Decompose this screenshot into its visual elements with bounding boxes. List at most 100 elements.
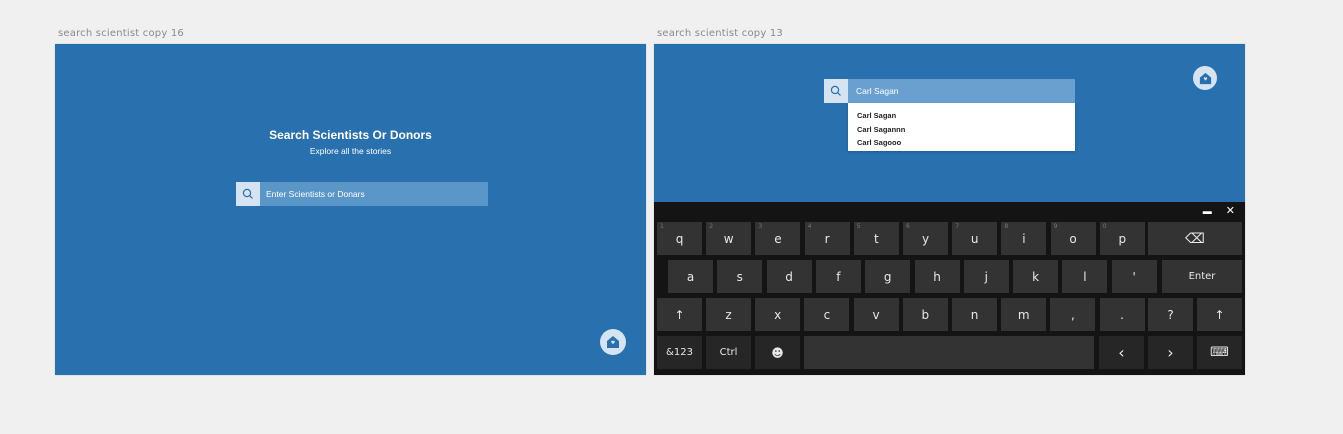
key-k[interactable]: k — [1013, 260, 1059, 293]
left-arrow-key[interactable]: ‹ — [1099, 336, 1144, 369]
search-input[interactable]: Carl Sagan — [848, 79, 1075, 103]
key-e-label: e — [774, 231, 782, 246]
key-n[interactable]: n — [952, 298, 997, 331]
key-g-label: g — [883, 269, 892, 284]
page-subtitle: Explore all the stories — [309, 146, 392, 156]
key-p-number-hint: 0 — [1102, 223, 1107, 230]
key-period[interactable]: . — [1099, 298, 1145, 331]
symbols-key[interactable]: &123 — [657, 336, 702, 369]
key-apostrophe-label: ' — [1132, 269, 1136, 284]
key-o-label: o — [1069, 231, 1077, 246]
search-icon — [830, 85, 841, 96]
on-screen-keyboard: ▬ ✕ q1w2e3r4t5y6u7i8o9p0 ⌫ a s d f g h j k l ' En… — [654, 202, 1245, 375]
key-j[interactable]: j — [963, 260, 1009, 293]
key-r[interactable]: r4 — [804, 222, 850, 255]
keyboard-top-controls: ▬ ✕ — [1203, 204, 1235, 217]
shift-key-left[interactable]: ↑ — [657, 298, 702, 331]
home-icon — [607, 336, 619, 348]
key-l-label: l — [1083, 269, 1087, 284]
key-y-number-hint: 6 — [906, 223, 910, 230]
key-period-label: . — [1120, 307, 1124, 322]
key-p[interactable]: p0 — [1099, 222, 1145, 255]
key-o-number-hint: 9 — [1053, 223, 1058, 230]
key-u-number-hint: 7 — [955, 223, 960, 230]
key-s[interactable]: s — [717, 260, 763, 293]
key-h-label: h — [933, 269, 941, 284]
emoji-key[interactable]: ☻ — [755, 336, 800, 369]
keyboard-layout-key[interactable]: ⌨ — [1197, 336, 1242, 369]
suggestion-item[interactable]: Carl Sagannn — [848, 123, 1075, 137]
key-h[interactable]: h — [914, 260, 960, 293]
search-button[interactable] — [824, 79, 848, 103]
key-d[interactable]: d — [766, 260, 812, 293]
close-keyboard-icon[interactable]: ✕ — [1226, 204, 1235, 217]
search-icon — [242, 188, 253, 199]
home-button[interactable] — [600, 329, 626, 355]
key-d-label: d — [785, 269, 793, 284]
key-c-label: c — [823, 307, 831, 322]
key-v-label: v — [872, 307, 880, 322]
ctrl-key[interactable]: Ctrl — [706, 336, 751, 369]
backspace-key[interactable]: ⌫ — [1148, 222, 1242, 255]
key-t-label: t — [873, 231, 879, 246]
key-w[interactable]: w2 — [706, 222, 752, 255]
artboard-search-with-keyboard: Carl Sagan Carl Sagan Carl Sagannn Carl … — [654, 44, 1245, 375]
home-icon — [1199, 72, 1211, 84]
key-b-label: b — [921, 307, 930, 322]
key-p-label: p — [1118, 231, 1127, 246]
enter-key[interactable]: Enter — [1162, 260, 1242, 293]
home-button[interactable] — [1193, 66, 1217, 90]
key-apostrophe[interactable]: ' — [1111, 260, 1157, 293]
key-y[interactable]: y6 — [903, 222, 948, 255]
key-j-label: j — [984, 269, 988, 284]
key-comma[interactable]: , — [1050, 298, 1096, 331]
key-r-label: r — [824, 231, 830, 246]
key-f[interactable]: f — [815, 260, 861, 293]
suggestion-item[interactable]: Carl Sagooo — [848, 136, 1075, 150]
key-u-label: u — [970, 231, 979, 246]
key-q-number-hint: 1 — [660, 223, 664, 230]
key-q[interactable]: q1 — [657, 222, 702, 255]
artboard-label-1: search scientist copy 16 — [58, 28, 184, 39]
key-x[interactable]: x — [755, 298, 801, 331]
key-z-label: z — [725, 307, 732, 322]
key-m-label: m — [1017, 307, 1030, 322]
key-w-number-hint: 2 — [709, 223, 714, 230]
key-b[interactable]: b — [902, 298, 948, 331]
search-input[interactable]: Enter Scientists or Donars — [260, 182, 488, 206]
key-r-number-hint: 4 — [807, 223, 812, 230]
key-o[interactable]: o9 — [1050, 222, 1096, 255]
key-f-label: f — [836, 269, 841, 284]
page-title: Search Scientists Or Donors — [269, 128, 432, 142]
key-e-number-hint: 3 — [758, 223, 763, 230]
key-n-label: n — [970, 307, 979, 322]
suggestion-item[interactable]: Carl Sagan — [848, 109, 1075, 123]
key-comma-label: , — [1070, 307, 1075, 322]
key-i[interactable]: i8 — [1001, 222, 1047, 255]
minimize-keyboard-icon[interactable]: ▬ — [1203, 206, 1212, 216]
artboard-label-2: search scientist copy 13 — [657, 28, 783, 39]
shift-key-right[interactable]: ↑ — [1197, 298, 1242, 331]
key-s-label: s — [736, 269, 743, 284]
question-key[interactable]: ? — [1148, 298, 1193, 331]
search-bar: Enter Scientists or Donars — [236, 182, 488, 206]
key-e[interactable]: e3 — [755, 222, 801, 255]
key-g[interactable]: g — [865, 260, 911, 293]
key-w-label: w — [723, 231, 734, 246]
space-key[interactable] — [804, 336, 1094, 369]
key-c[interactable]: c — [804, 298, 850, 331]
key-u[interactable]: u7 — [952, 222, 998, 255]
key-m[interactable]: m — [1001, 298, 1047, 331]
key-k-label: k — [1032, 269, 1040, 284]
key-a[interactable]: a — [668, 260, 713, 293]
key-t[interactable]: t5 — [853, 222, 899, 255]
key-l[interactable]: l — [1062, 260, 1108, 293]
key-y-label: y — [921, 231, 930, 246]
key-v[interactable]: v — [853, 298, 899, 331]
artboard-search-scientists: Search Scientists Or Donors Explore all … — [55, 44, 646, 375]
key-z[interactable]: z — [706, 298, 751, 331]
search-button[interactable] — [236, 182, 260, 206]
right-arrow-key[interactable]: › — [1148, 336, 1193, 369]
key-x-label: x — [774, 307, 782, 322]
key-t-number-hint: 5 — [856, 223, 861, 230]
